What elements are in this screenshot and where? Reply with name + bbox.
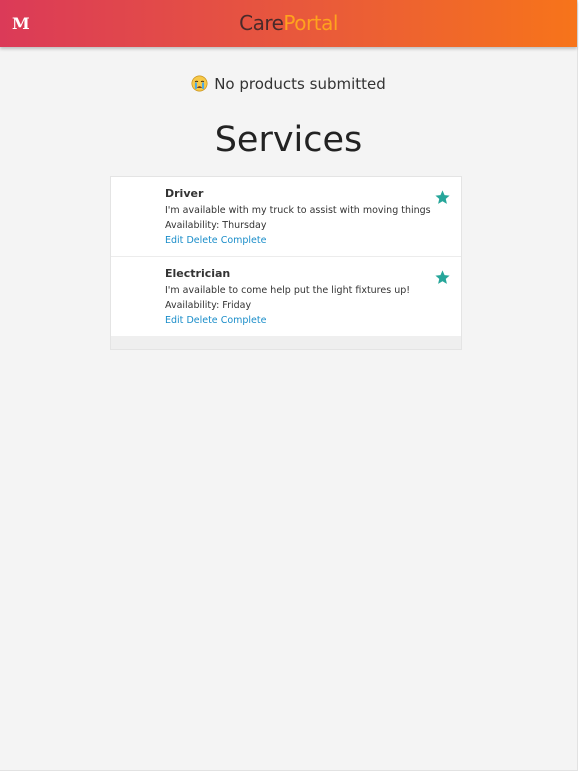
service-title: Driver (165, 187, 204, 200)
service-actions: Edit Delete Complete (165, 315, 266, 326)
complete-link[interactable]: Complete (221, 315, 267, 326)
complete-link[interactable]: Complete (221, 235, 267, 246)
delete-link[interactable]: Delete (186, 315, 217, 326)
service-availability: Availability: Thursday (165, 220, 267, 231)
service-item-electrician: Electrician I'm available to come help p… (111, 256, 461, 336)
notice-text: No products submitted (214, 75, 386, 93)
brand-title-portal: Portal (283, 11, 338, 35)
service-actions: Edit Delete Complete (165, 235, 266, 246)
star-icon[interactable] (434, 189, 451, 206)
empty-products-notice: No products submitted (0, 75, 577, 93)
crying-face-icon (191, 75, 208, 92)
service-title: Electrician (165, 267, 231, 280)
star-icon[interactable] (434, 269, 451, 286)
brand-title-care: Care (239, 11, 284, 35)
edit-link[interactable]: Edit (165, 235, 183, 246)
service-availability: Availability: Friday (165, 300, 252, 311)
top-app-bar: M CarePortal (0, 0, 577, 47)
brand-title[interactable]: CarePortal (0, 11, 577, 35)
service-description: I'm available with my truck to assist wi… (165, 205, 431, 216)
delete-link[interactable]: Delete (186, 235, 217, 246)
service-description: I'm available to come help put the light… (165, 285, 411, 296)
edit-link[interactable]: Edit (165, 315, 183, 326)
page-background: M CarePortal No products submitted Servi… (0, 0, 578, 771)
services-heading: Services (214, 120, 363, 160)
services-list: Driver I'm available with my truck to as… (110, 176, 462, 350)
service-item-driver: Driver I'm available with my truck to as… (111, 177, 461, 256)
